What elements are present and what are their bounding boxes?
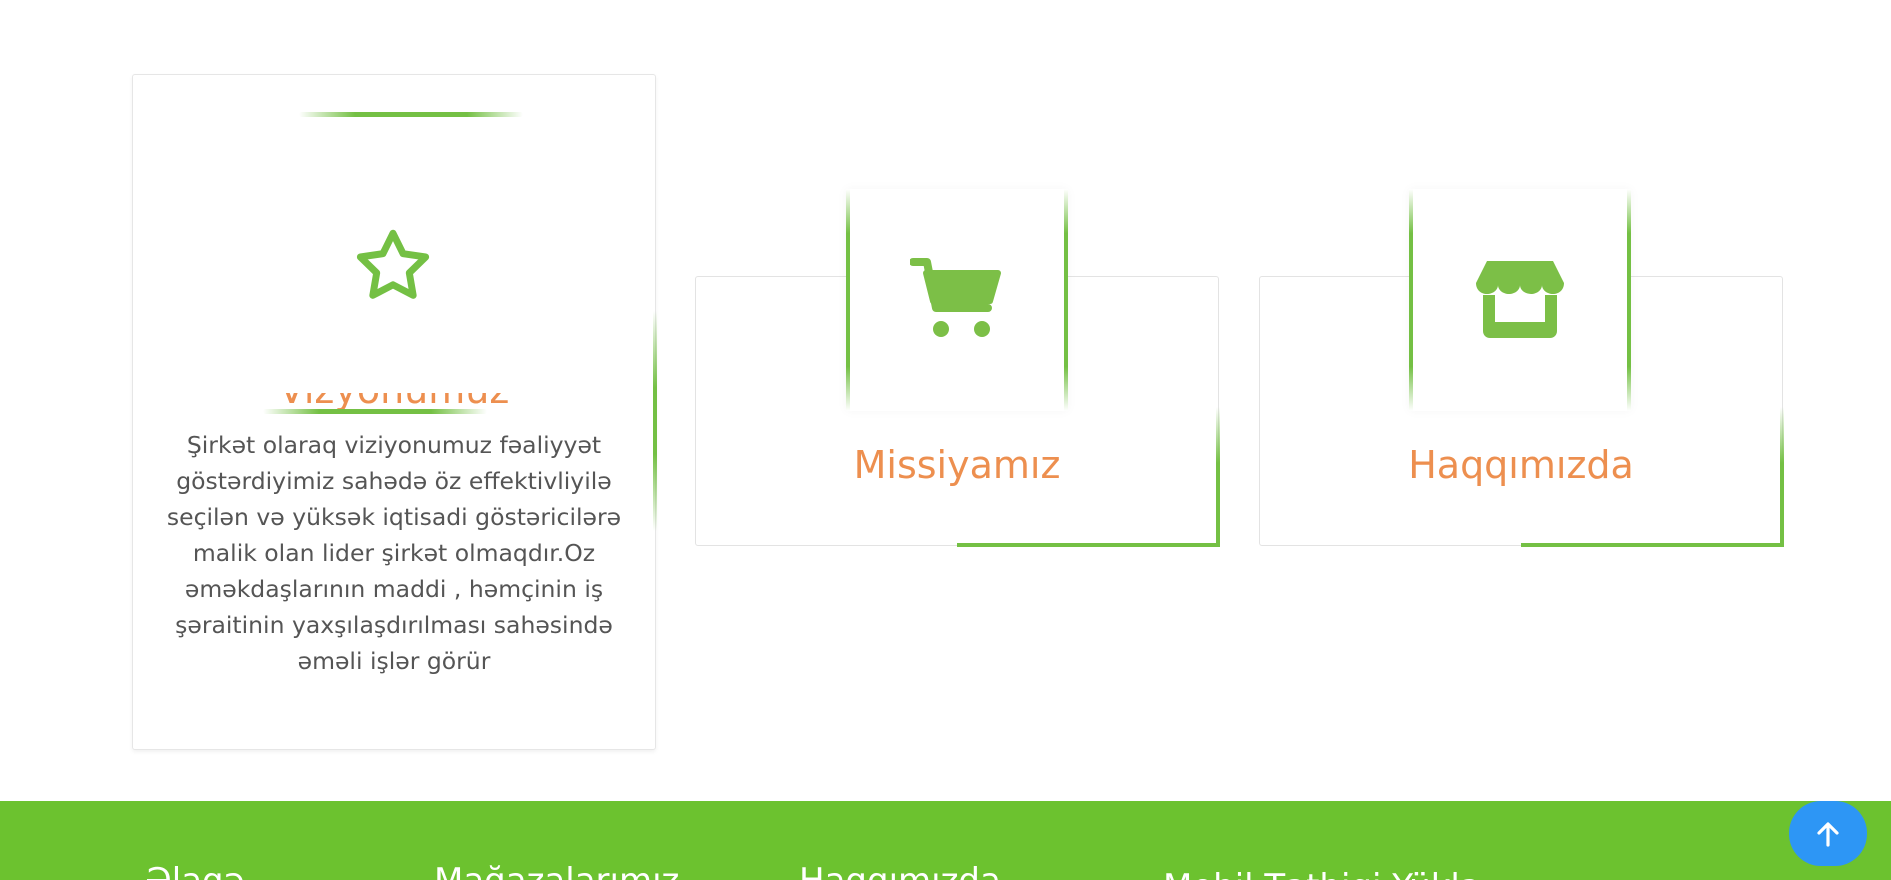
footer: Əlaqə Mağazalarımız Haqqımızda Mobil Tət…: [0, 801, 1891, 880]
mission-icon-box: [846, 189, 1068, 411]
about-card-title: Haqqımızda: [1408, 443, 1634, 487]
card-accent-line-bottom: [957, 543, 1220, 547]
footer-heading-mobile-app: Mobil Tətbiqi Yüklə: [1163, 867, 1481, 880]
card-accent-line-side: [653, 311, 657, 531]
footer-heading-stores: Mağazalarımız: [434, 861, 679, 880]
card-accent-line-bottom: [1521, 543, 1784, 547]
footer-heading-about: Haqqımızda: [799, 861, 1001, 880]
store-icon: [1476, 261, 1564, 338]
vision-card[interactable]: Vizyonumuz Şirkət olaraq viziyonumuz fəa…: [132, 74, 657, 750]
star-icon: [349, 223, 437, 311]
about-icon-box: [1409, 189, 1631, 411]
footer-heading-contact: Əlaqə: [145, 861, 245, 880]
shopping-cart-icon: [910, 258, 1001, 337]
vision-card-description: Şirkət olaraq viziyonumuz fəaliyyət göst…: [166, 431, 622, 675]
card-accent-line-bottom: [263, 409, 487, 414]
mission-card-title: Missiyamız: [853, 443, 1061, 487]
card-accent-line-top: [299, 112, 523, 117]
arrow-up-icon: [1817, 822, 1839, 847]
scroll-to-top-button[interactable]: [1789, 801, 1867, 866]
card-accent-line-side: [1216, 407, 1220, 547]
card-accent-line-side: [1780, 407, 1784, 547]
